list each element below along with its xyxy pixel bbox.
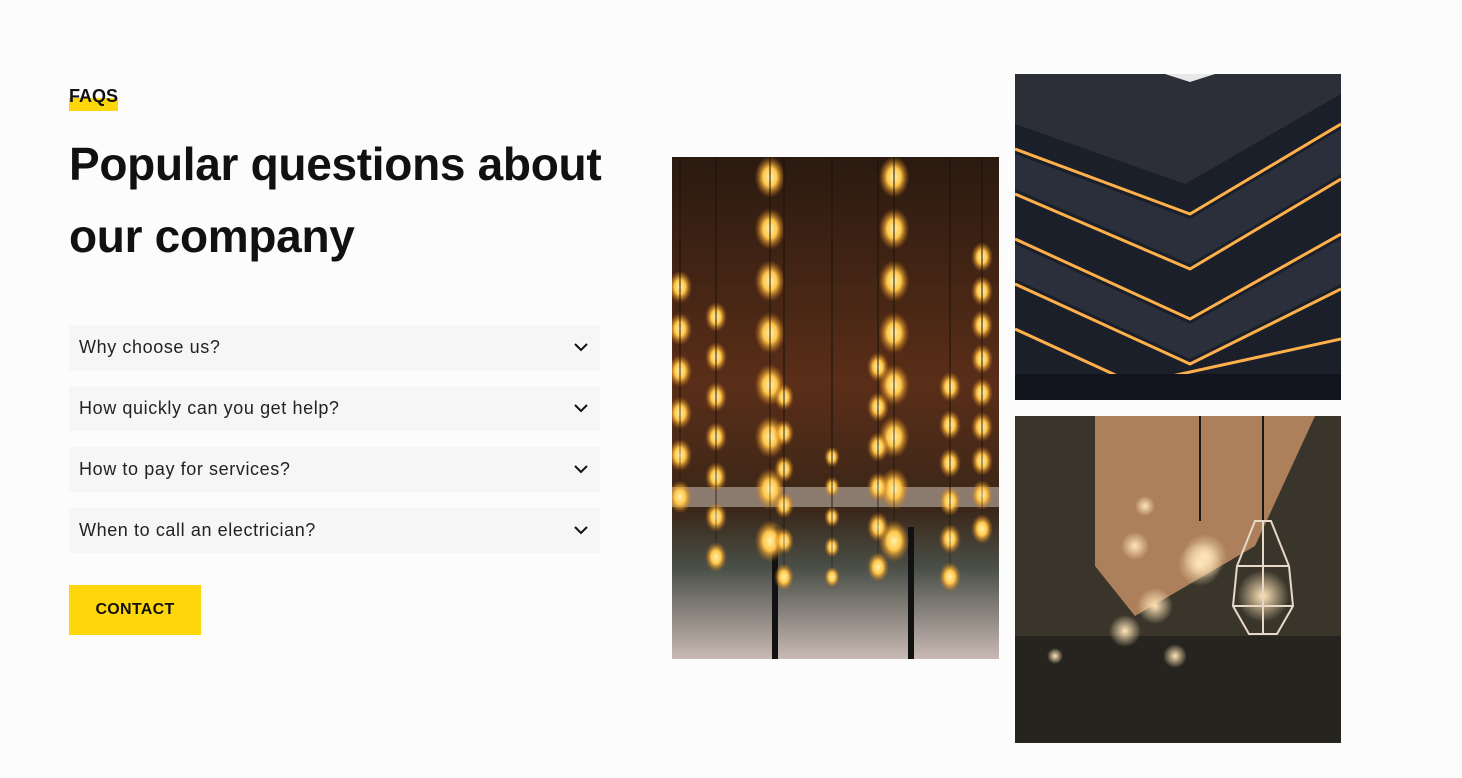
chevron-down-icon[interactable] — [572, 339, 590, 357]
lit-atrium-floors-photo — [1015, 74, 1341, 400]
faq-item-when-to-call[interactable]: When to call an electrician? — [69, 508, 600, 553]
faq-item-how-quickly[interactable]: How quickly can you get help? — [69, 386, 600, 431]
chevron-down-icon[interactable] — [572, 461, 590, 479]
faq-question: How quickly can you get help? — [79, 398, 340, 418]
chevron-down-icon[interactable] — [572, 522, 590, 540]
faq-accordion: Why choose us? How quickly can you get h… — [69, 325, 600, 569]
caged-pendant-lamp-photo — [1015, 416, 1341, 743]
title-line-1: Popular questions about — [69, 138, 602, 190]
faq-item-why-choose-us[interactable]: Why choose us? — [69, 325, 600, 370]
faq-item-how-to-pay[interactable]: How to pay for services? — [69, 447, 600, 492]
faq-question: How to pay for services? — [79, 459, 291, 479]
section-eyebrow: FAQS — [69, 86, 119, 111]
title-line-2: our company — [69, 210, 355, 262]
page-title: Popular questions about our company — [69, 128, 629, 272]
faq-question: Why choose us? — [79, 337, 221, 357]
hanging-edison-bulbs-photo — [672, 157, 999, 659]
faq-question: When to call an electrician? — [79, 520, 316, 540]
chevron-down-icon[interactable] — [572, 400, 590, 418]
contact-button[interactable]: CONTACT — [69, 585, 201, 635]
